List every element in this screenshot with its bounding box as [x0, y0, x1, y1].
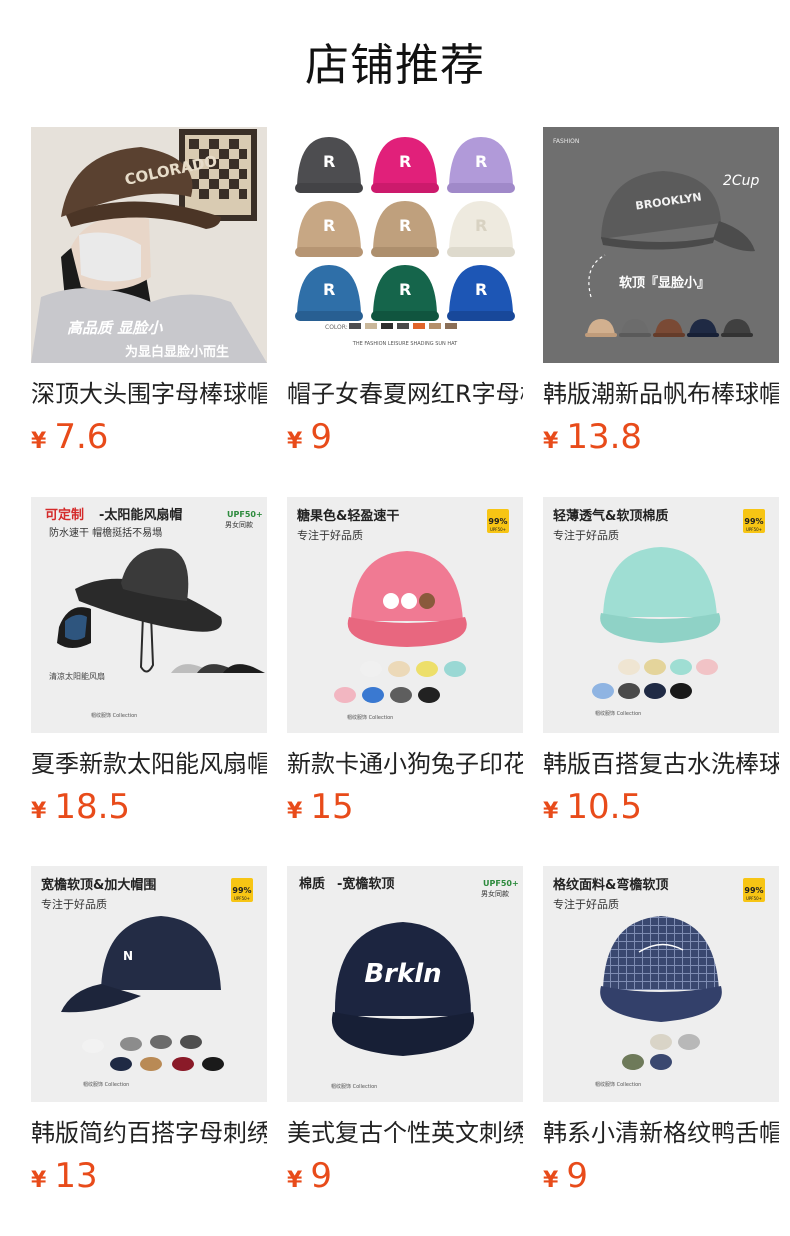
currency-symbol: ¥: [543, 429, 559, 454]
image-headline: 宽檐软顶&加大帽围: [40, 877, 156, 893]
image-sub: 专注于好品质: [41, 897, 107, 911]
product-image[interactable]: 可定制 -太阳能风扇帽 防水速干 帽檐挺括不易塌 UPF50+ 男女同款 清凉太…: [31, 497, 267, 733]
price-value: 9: [310, 417, 332, 457]
product-name[interactable]: 新款卡通小狗兔子印花棒球帽: [287, 747, 523, 781]
price-value: 7.6: [54, 417, 109, 457]
image-badge: 99%: [744, 886, 763, 895]
product-name[interactable]: 夏季新款太阳能风扇帽: [31, 747, 267, 781]
image-badge: 99%: [488, 517, 507, 526]
price-value: 9: [310, 1156, 332, 1196]
product-price: ¥9: [287, 1156, 332, 1196]
product-price: ¥15: [287, 787, 354, 827]
image-badge: 99%: [232, 886, 251, 895]
image-badge-sub: UPF50+: [746, 527, 762, 532]
image-sub: 专注于好品质: [553, 897, 619, 911]
image-badge-sub: 男女同款: [225, 520, 253, 529]
image-sub: 专注于好品质: [553, 528, 619, 542]
image-tagline: 高品质 显脸小: [67, 319, 163, 337]
image-badge: 99%: [744, 517, 763, 526]
product-name[interactable]: 深顶大头围字母棒球帽: [31, 377, 267, 411]
currency-symbol: ¥: [287, 799, 303, 824]
price-value: 9: [566, 1156, 588, 1196]
image-footer: 帽纹服饰 Collection: [595, 710, 641, 717]
product-image[interactable]: 宽檐软顶&加大帽围 专注于好品质 99% UPF50+ N 帽纹服饰 Colle…: [31, 866, 267, 1102]
image-badge: UPF50+: [483, 879, 519, 888]
product-name[interactable]: 美式复古个性英文刺绣棒球帽: [287, 1116, 523, 1150]
image-brand: FASHION: [553, 138, 579, 145]
currency-symbol: ¥: [543, 799, 559, 824]
product-name[interactable]: 韩系小清新格纹鸭舌帽: [543, 1116, 779, 1150]
product-price: ¥10.5: [543, 787, 642, 827]
currency-symbol: ¥: [287, 429, 303, 454]
image-footer: 帽纹服饰 Collection: [595, 1081, 641, 1088]
hat-letter: R: [475, 152, 487, 171]
hat-embroidery: Brkln: [364, 959, 441, 989]
product-image[interactable]: R R R R R R R R R COLOR: THE FASHION LEI…: [287, 127, 523, 363]
currency-symbol: ¥: [31, 1168, 47, 1193]
image-sub: 专注于好品质: [297, 528, 363, 542]
image-footer: 帽纹服饰 Collection: [83, 1081, 129, 1088]
product-name[interactable]: 韩版百搭复古水洗棒球帽: [543, 747, 779, 781]
product-name[interactable]: 帽子女春夏网红R字母棒球帽: [287, 377, 523, 411]
product-image[interactable]: 格纹面料&弯檐软顶 专注于好品质 99% UPF50+ 帽纹服饰 Collect…: [543, 866, 779, 1102]
image-headline-accent: 棉质: [299, 876, 325, 892]
product-image[interactable]: FASHION BROOKLYN 2Cup 软顶『显脸小』: [543, 127, 779, 363]
image-headline: -宽檐软顶: [337, 876, 394, 892]
image-script: 2Cup: [723, 173, 760, 189]
image-footer: 帽纹服饰 Collection: [347, 714, 393, 721]
product-image[interactable]: COLORADO 高品质 显脸小 为显白显脸小而生: [31, 127, 267, 363]
hat-letter: R: [323, 216, 335, 235]
price-value: 15: [310, 787, 354, 827]
currency-symbol: ¥: [31, 429, 47, 454]
product-price: ¥13.8: [543, 417, 642, 457]
image-badge-sub: 男女同款: [481, 889, 509, 898]
hat-letter: R: [475, 216, 487, 235]
hat-letter: R: [399, 280, 411, 299]
hat-letter: R: [399, 152, 411, 171]
fan-label: 清凉太阳能风扇: [49, 671, 105, 681]
product-price: ¥13: [31, 1156, 98, 1196]
product-price: ¥18.5: [31, 787, 130, 827]
image-headline-accent: 可定制: [45, 507, 84, 523]
currency-symbol: ¥: [543, 1168, 559, 1193]
price-value: 18.5: [54, 787, 131, 827]
product-name[interactable]: 韩版简约百搭字母刺绣棒球帽: [31, 1116, 267, 1150]
color-label: COLOR:: [325, 324, 348, 331]
product-image[interactable]: 糖果色&轻盈速干 专注于好品质 99% UPF50+ 帽纹服饰 Collecti…: [287, 497, 523, 733]
product-price: ¥9: [287, 417, 332, 457]
image-footer: 帽纹服饰 Collection: [331, 1083, 377, 1090]
image-footer: 帽纹服饰 Collection: [91, 712, 137, 719]
price-value: 13.8: [566, 417, 643, 457]
currency-symbol: ¥: [287, 1168, 303, 1193]
product-name[interactable]: 韩版潮新品帆布棒球帽: [543, 377, 779, 411]
image-badge-sub: UPF50+: [234, 896, 250, 901]
currency-symbol: ¥: [31, 799, 47, 824]
product-grid: COLORADO 高品质 显脸小 为显白显脸小而生 深顶大头围字母棒球帽 ¥7.…: [0, 0, 790, 1236]
image-headline: 格纹面料&弯檐软顶: [553, 877, 668, 893]
hat-letter: R: [323, 280, 335, 299]
product-image[interactable]: 棉质 -宽檐软顶 UPF50+ 男女同款 Brkln 帽纹服饰 Collecti…: [287, 866, 523, 1102]
hat-letter: N: [123, 949, 133, 963]
image-caption: THE FASHION LEISURE SHADING SUN HAT: [352, 341, 458, 347]
image-badge-sub: UPF50+: [746, 896, 762, 901]
price-value: 13: [54, 1156, 98, 1196]
image-badge-sub: UPF50+: [490, 527, 506, 532]
product-price: ¥7.6: [31, 417, 108, 457]
price-value: 10.5: [566, 787, 643, 827]
hat-letter: R: [323, 152, 335, 171]
hat-letter: R: [475, 280, 487, 299]
image-headline: 轻薄透气&软顶棉质: [553, 508, 668, 524]
image-headline: 糖果色&轻盈速干: [297, 508, 399, 524]
image-sub: 防水速干 帽檐挺括不易塌: [49, 526, 162, 539]
image-headline: -太阳能风扇帽: [99, 507, 182, 523]
hat-letter: R: [399, 216, 411, 235]
image-label: 软顶『显脸小』: [619, 275, 710, 291]
image-subline: 为显白显脸小而生: [125, 344, 229, 360]
product-image[interactable]: 轻薄透气&软顶棉质 专注于好品质 99% UPF50+ 帽纹服饰 Collect…: [543, 497, 779, 733]
product-price: ¥9: [543, 1156, 588, 1196]
image-badge: UPF50+: [227, 510, 263, 519]
